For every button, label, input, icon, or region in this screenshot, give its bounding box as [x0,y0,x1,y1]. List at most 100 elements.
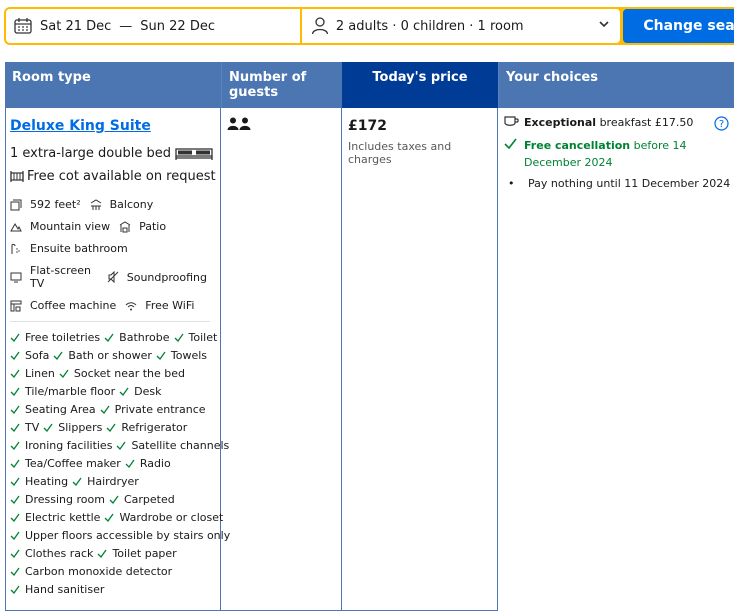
change-search-button[interactable]: Change search [623,9,734,43]
facility-row: Coffee machine Free WiFi [10,299,216,312]
facility-row: Ensuite bathroom [10,242,216,255]
amenity-item: Free toiletries [10,331,100,344]
tv-icon [10,271,26,283]
amenity-label: Sofa [25,348,50,362]
facility-label: Coffee machine [30,299,117,312]
checkmark-icon [10,513,20,522]
checkmark-icon [156,351,166,360]
person-icon [311,17,328,35]
checkmark-icon [174,333,184,342]
checkmark-icon [106,423,116,432]
bed-info: 1 extra-large double bed [10,146,216,161]
patio-icon [119,220,135,233]
amenity-label: Towels [170,348,208,362]
amenity-label: Bathrobe [119,330,170,344]
amenity-item: Linen [10,367,55,380]
price-note: Includes taxes and charges [348,140,452,166]
date-picker[interactable]: Sat 21 Dec — Sun 22 Dec [6,9,300,43]
amenity-item: Socket near the bed [59,367,185,380]
price-amount: £172 [348,118,387,134]
amenity-label: Tile/marble floor [25,384,116,398]
amenity-label: Free toiletries [25,330,101,344]
amenity-label: Tea/Coffee maker [25,456,121,470]
checkmark-icon [10,549,20,558]
amenity-label: Refrigerator [121,420,188,434]
breakfast-price: breakfast £17.50 [596,116,694,129]
checkmark-icon [10,387,20,396]
amenity-row: Dressing room Carpeted [10,490,216,508]
checkout-date: Sun 22 Dec [140,18,215,34]
amenity-label: Toilet [188,330,218,344]
amenity-item: Hand sanitiser [10,583,104,596]
wifi-icon [125,300,141,312]
checkmark-icon [109,495,119,504]
guests-summary: 2 adults · 0 children · 1 room [335,18,524,34]
amenity-item: Upper floors accessible by stairs only [10,529,230,542]
cot-info: Free cot available on request [10,169,216,184]
facility-item: Soundproofing [107,271,207,284]
help-icon[interactable]: ? [714,116,729,131]
amenity-label: Carbon monoxide detector [25,564,173,578]
header-room-type: Room type [5,62,221,108]
amenity-row: Ironing facilities Satellite channels [10,436,229,454]
amenity-item: Tea/Coffee maker [10,457,121,470]
checkmark-icon [10,405,20,414]
amenity-label: Electric kettle [25,510,101,524]
facility-label: Flat-screen TV [30,264,91,290]
coffee-machine-icon [10,300,26,312]
amenity-label: Toilet paper [112,546,177,560]
date-separator: — [119,18,133,34]
checkmark-icon [53,351,63,360]
calendar-icon [14,18,32,34]
amenity-item: Wardrobe or closet [104,511,223,524]
cot-icon [10,171,24,182]
amenity-label: Socket near the bed [73,366,186,380]
checkmark-icon [125,459,135,468]
amenity-label: Linen [25,366,55,380]
amenity-row: Tea/Coffee maker Radio [10,454,216,472]
amenity-item: Carpeted [109,493,175,506]
checkmark-icon [10,585,20,594]
checkmark-icon [100,405,110,414]
amenity-item: Bath or shower [53,349,152,362]
header-guests: Number of guests [221,62,342,108]
amenity-item: Carbon monoxide detector [10,565,172,578]
checkmark-icon [10,495,20,504]
amenity-item: Radio [125,457,171,470]
facility-item: Coffee machine [10,299,116,312]
svg-text:?: ? [719,119,724,130]
amenity-item: Satellite channels [116,439,229,452]
amenity-item: Heating [10,475,68,488]
balcony-icon [90,198,106,211]
amenity-item: Clothes rack [10,547,93,560]
price-cell: £172 Includes taxes and charges [342,108,498,611]
checkmark-icon [504,138,517,150]
guests-cell [221,108,342,611]
amenity-row: Seating Area Private entrance [10,400,216,418]
amenity-item: Private entrance [100,403,206,416]
checkmark-icon [10,351,20,360]
checkmark-icon [116,441,126,450]
facility-row: 592 feet² Balcony [10,198,216,211]
checkmark-icon [104,333,114,342]
amenity-label: Satellite channels [131,438,230,452]
amenity-row: Upper floors accessible by stairs only [10,526,230,544]
facility-list: 592 feet² Balcony Mountain view Patio Ensuit… [10,198,216,312]
room-type-cell: Deluxe King Suite 1 extra-large double b… [5,108,230,611]
amenity-label: Dressing room [25,492,105,506]
room-name-link[interactable]: Deluxe King Suite [10,118,216,134]
amenity-divider [10,321,210,322]
facility-item: Balcony [90,198,153,211]
breakfast-choice: Exceptional breakfast £17.50 ? [504,116,734,131]
two-guests-icon [227,117,251,130]
facility-item: Patio [119,220,166,233]
checkmark-icon [119,387,129,396]
amenity-item: Sofa [10,349,49,362]
guests-selector[interactable]: 2 adults · 0 children · 1 room [301,9,621,43]
amenity-label: TV [25,420,40,434]
amenity-row: Electric kettle Wardrobe or closet [10,508,223,526]
amenity-row: Hand sanitiser [10,580,216,598]
facility-item: Free WiFi [125,299,194,312]
checkmark-icon [10,459,20,468]
facility-label: Mountain view [30,220,111,233]
